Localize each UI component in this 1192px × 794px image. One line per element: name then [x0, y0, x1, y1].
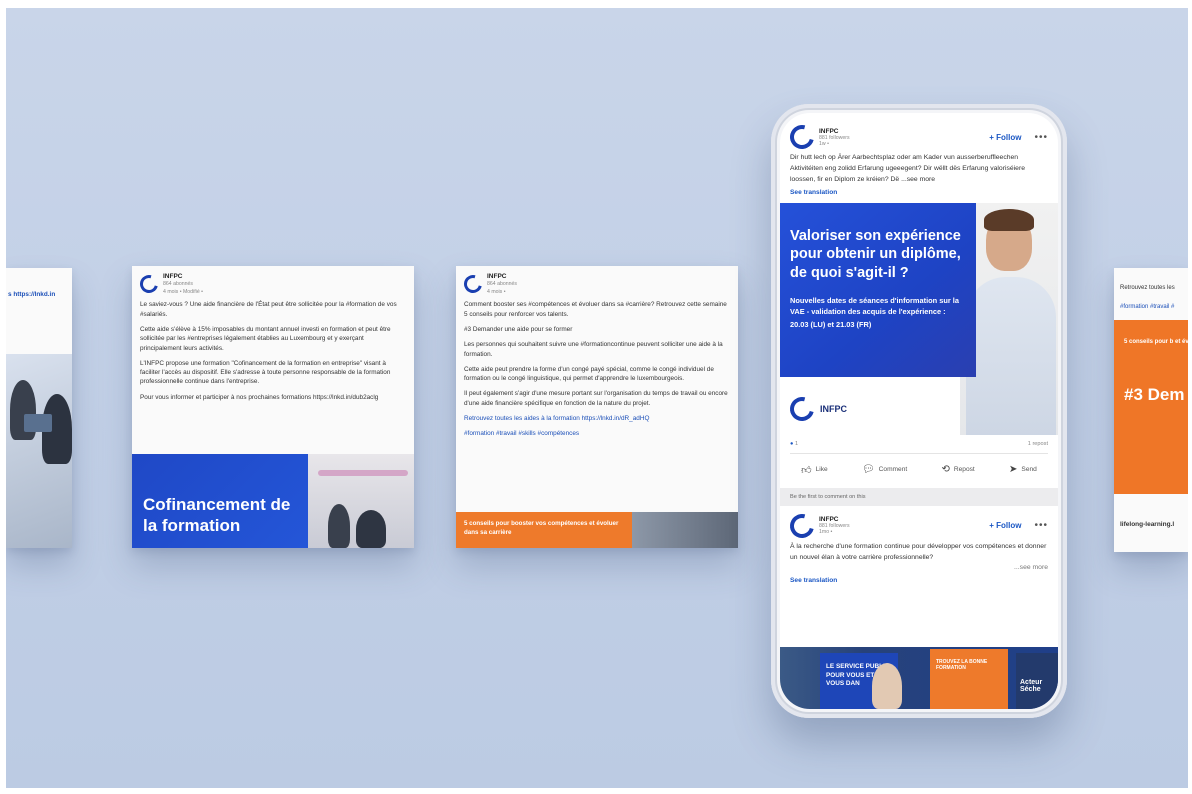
post-paragraph[interactable]: Retrouvez toutes les aides à la formatio… [456, 414, 738, 423]
post-paragraph: Cette aide peut prendre la forme d'un co… [464, 365, 714, 383]
repost-icon: ⟲ [941, 464, 950, 476]
laptop-shape [24, 414, 52, 432]
post-photo [632, 512, 738, 548]
person-silhouette [356, 510, 386, 548]
see-more-link[interactable]: ...see more [780, 563, 1058, 574]
promo-brand: INFPC [785, 392, 847, 426]
like-button[interactable]: 👍︎ Like [801, 464, 828, 476]
post-image [6, 354, 72, 548]
person-silhouette [328, 504, 350, 548]
like-label: Like [815, 466, 828, 474]
post-header: INFPC 864 abonnés 4 mois • Modifié • [132, 266, 414, 300]
post-paragraph: Il peut également s'agir d'une mesure po… [464, 390, 728, 407]
decor-bar [318, 470, 408, 476]
follow-button[interactable]: + Follow [989, 521, 1021, 530]
post-text: Retrouvez toutes les [1120, 285, 1175, 291]
post-time: 1w • [819, 140, 829, 147]
brand-name: INFPC [820, 403, 847, 414]
see-translation-link[interactable]: See translation [780, 186, 1058, 199]
post-photo[interactable]: LE SERVICE PUBLIC POUR VOUS ET VOUS DAN … [780, 647, 1058, 709]
banner-subtitle: 5 conseils pour b et évoluer dans s [1124, 339, 1188, 345]
phone-screen: INFPC 881 followers 1w • + Follow ••• Di… [780, 113, 1058, 709]
mockup-scene: s https://lnkd.in INFPC 864 abonnés 4 mo… [6, 8, 1188, 788]
infpc-logo-icon [785, 120, 819, 154]
follow-button[interactable]: + Follow [989, 133, 1021, 142]
post-time: 4 mois • Modifié • [163, 288, 203, 295]
photo-orange-sign: TROUVEZ LA BONNE FORMATION [930, 649, 1008, 709]
repost-button[interactable]: ⟲ Repost [941, 464, 974, 476]
post-photo [308, 454, 414, 548]
like-reaction-icon: ● [790, 440, 794, 447]
linkedin-post-card-conseils: INFPC 864 abonnés 4 mois • Comment boost… [456, 266, 738, 548]
comment-label: Comment [878, 466, 908, 474]
post-actions: 👍︎ Like 💬︎ Comment ⟲ Repost ➤ Send [780, 454, 1058, 484]
post-text: Dir hutt lech op Ärer Aarbechtsplaz oder… [790, 154, 1026, 183]
reactions-number: 1 [794, 440, 799, 447]
repost-label: Repost [953, 466, 975, 474]
infpc-logo-icon [785, 509, 819, 543]
more-options-icon[interactable]: ••• [1034, 520, 1048, 531]
reactions-count[interactable]: ● 1 [790, 441, 798, 447]
followers-count: 864 abonnés [163, 281, 194, 288]
post-body: Le saviez-vous ? Une aide financière de … [132, 300, 414, 402]
post-time: 1mo • [819, 529, 833, 536]
phone-mockup: INFPC 881 followers 1w • + Follow ••• Di… [771, 104, 1067, 718]
post-paragraph: Les personnes qui souhaitent suivre une … [464, 341, 723, 358]
banner-title: Cofinancement de la formation [143, 495, 291, 536]
post-promo-image[interactable]: Valoriser son expérience pour obtenir un… [780, 202, 1058, 435]
post-time: 4 mois • [487, 288, 506, 295]
org-name[interactable]: INFPC [819, 516, 850, 523]
post-paragraph: L'INFPC propose une formation "Cofinance… [140, 359, 391, 386]
person-silhouette [872, 663, 902, 709]
promo-headline: Valoriser son expérience pour obtenir un… [790, 227, 961, 281]
send-button[interactable]: ➤ Send [1009, 464, 1037, 476]
post-text: À la recherche d'une formation continue … [790, 542, 1047, 561]
promo-subtitle: Nouvelles dates de séances d'information… [790, 296, 959, 316]
infpc-logo-icon [785, 392, 819, 426]
post-paragraph: Cette aide s'élève à 15% imposables du m… [140, 326, 391, 352]
comment-button[interactable]: 💬︎ Comment [862, 464, 907, 476]
post-banner: 5 conseils pour b et évoluer dans s #3 D… [1114, 320, 1188, 494]
post-hashtags[interactable]: #formation #travail # [1114, 293, 1188, 312]
see-translation-link[interactable]: See translation [780, 574, 1058, 587]
infpc-logo-icon [136, 271, 162, 297]
thumbs-up-icon: 👍︎ [801, 464, 812, 476]
post-banner: 5 conseils pour booster vos compétences … [456, 512, 632, 548]
post-header: INFPC 864 abonnés 4 mois • [456, 266, 738, 300]
first-comment-prompt[interactable]: Be the first to comment on this [780, 487, 1058, 506]
post-stats: ● 1 1 repost [780, 435, 1058, 453]
post-paragraph: #3 Demander une aide pour se former [464, 326, 573, 334]
post-paragraph: Le saviez-vous ? Une aide financière de … [140, 301, 397, 318]
linkedin-post-card-cofinancement: INFPC 864 abonnés 4 mois • Modifié • Le … [132, 266, 414, 548]
post-header: INFPC 881 followers 1w • + Follow ••• [780, 113, 1058, 154]
post-hashtags[interactable]: #formation #travail #skills #compétences [456, 429, 738, 438]
man-hair-shape [984, 208, 1034, 231]
post-body: Comment booster ses #compétences et évol… [456, 300, 738, 438]
comment-icon: 💬︎ [861, 464, 875, 476]
post-paragraph: Pour vous informer et participer à nos p… [140, 393, 379, 401]
infpc-logo-icon [460, 271, 486, 297]
post-link[interactable]: s https://lnkd.in [6, 268, 72, 299]
photo-dark-sign: Acteur Séche [1016, 653, 1058, 709]
linkedin-post-card-left: s https://lnkd.in [6, 268, 72, 548]
post-paragraph: Comment booster ses #compétences et évol… [464, 301, 727, 318]
banner-footer: lifelong-learning.l [1120, 521, 1175, 528]
org-name[interactable]: INFPC [163, 272, 203, 281]
send-label: Send [1021, 466, 1037, 474]
reposts-count[interactable]: 1 repost [1028, 441, 1048, 447]
banner-title: #3 Dem une aid se form [1124, 385, 1188, 404]
promo-blue-panel: Valoriser son expérience pour obtenir un… [780, 202, 976, 377]
more-options-icon[interactable]: ••• [1034, 132, 1048, 143]
org-name[interactable]: INFPC [819, 128, 850, 135]
promo-dates: 20.03 (LU) et 21.03 (FR) [790, 319, 872, 329]
send-icon: ➤ [1009, 464, 1018, 476]
post-banner: Cofinancement de la formation [132, 454, 308, 548]
man-body-shape [966, 276, 1056, 435]
followers-count: 864 abonnés [487, 281, 518, 288]
followers-count: 881 followers [819, 134, 850, 141]
org-name[interactable]: INFPC [487, 272, 517, 281]
linkedin-post-card-right: Retrouvez toutes les #formation #travail… [1114, 268, 1188, 552]
post-header: INFPC 881 followers 1mo • + Follow ••• [780, 506, 1058, 543]
